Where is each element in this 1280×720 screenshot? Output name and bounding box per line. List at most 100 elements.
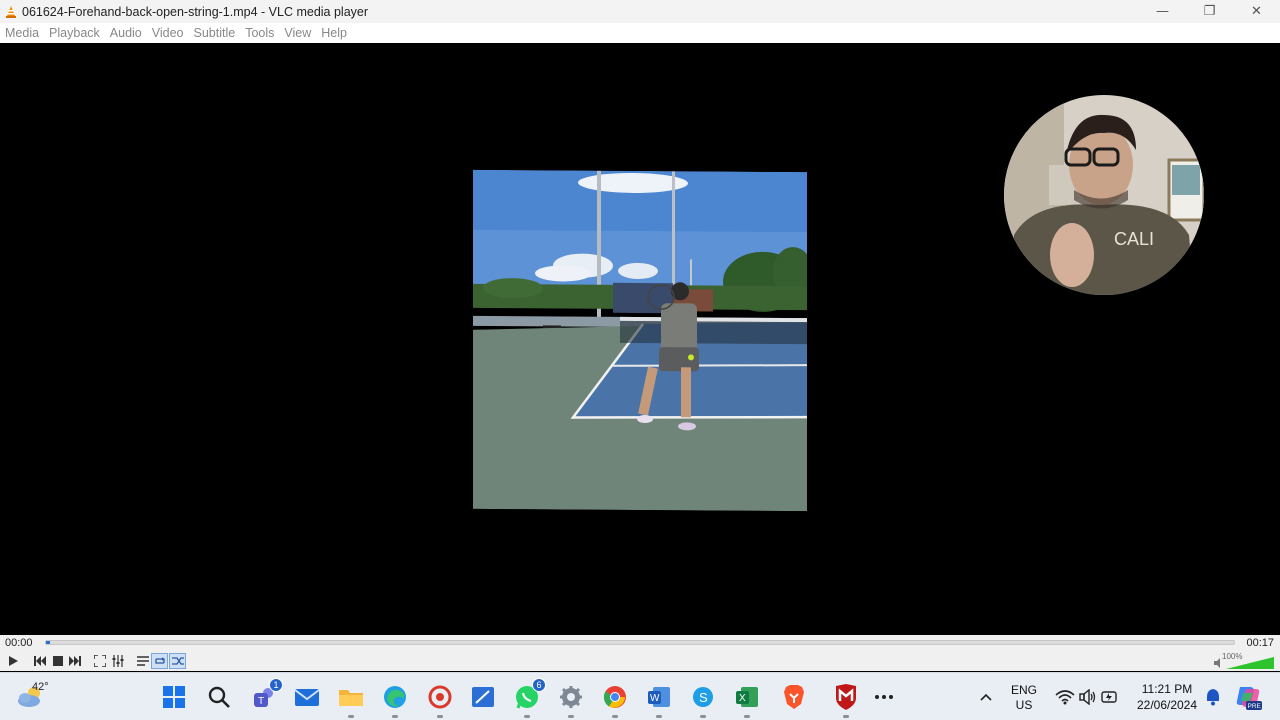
running-indicator [568, 715, 574, 718]
webcam-person-image: CALI [1004, 95, 1204, 295]
stop-icon [52, 656, 63, 666]
loop-button[interactable] [151, 653, 168, 669]
extended-settings-button[interactable] [109, 653, 126, 669]
windows-logo-icon [163, 686, 185, 708]
restore-icon: ❐ [1203, 4, 1216, 19]
webcam-overlay[interactable]: CALI [1004, 95, 1204, 295]
show-hidden-icons-button[interactable] [972, 683, 1000, 711]
minimize-button[interactable]: — [1139, 0, 1186, 23]
stop-button[interactable] [49, 653, 66, 669]
playlist-icon [136, 656, 149, 666]
running-indicator [437, 715, 443, 718]
skype-app[interactable]: S [689, 683, 717, 718]
copilot-pre-label: PRE [1248, 703, 1262, 710]
next-icon [68, 656, 81, 666]
menu-media[interactable]: Media [0, 26, 44, 40]
mcafee-shield-icon [836, 684, 856, 710]
more-apps-button[interactable] [870, 683, 898, 711]
svg-text:W: W [650, 693, 660, 704]
screen-recorder-app[interactable] [426, 683, 454, 718]
word-icon: W [648, 687, 670, 707]
playlist-button[interactable] [134, 653, 151, 669]
whatsapp-badge: 6 [532, 678, 546, 692]
whatsapp-app[interactable]: 6 [513, 678, 546, 718]
running-indicator [392, 715, 398, 718]
menu-video[interactable]: Video [147, 26, 189, 40]
shuffle-icon [171, 657, 184, 665]
menu-playback[interactable]: Playback [44, 26, 105, 40]
seek-row: 00:00 00:17 [0, 635, 1280, 651]
svg-text:X: X [739, 693, 746, 704]
brave-app[interactable] [780, 683, 808, 711]
running-indicator [524, 715, 530, 718]
svg-text:S: S [699, 690, 708, 705]
edge-app[interactable] [381, 683, 409, 718]
gear-icon [560, 686, 582, 708]
chevron-up-icon [980, 693, 992, 701]
maximize-button[interactable]: ❐ [1186, 0, 1233, 23]
video-area[interactable]: CALI [0, 43, 1280, 635]
recorder-icon [428, 685, 452, 709]
previous-icon [33, 656, 46, 666]
edge-icon [384, 686, 406, 708]
speaker-icon [1214, 658, 1220, 668]
running-indicator [700, 715, 706, 718]
running-indicator [348, 715, 354, 718]
snipping-tool-app[interactable] [469, 683, 497, 711]
word-app[interactable]: W [645, 683, 673, 718]
seek-bar[interactable] [45, 640, 1235, 645]
copilot-icon: PRE [1236, 687, 1262, 710]
running-indicator [843, 715, 849, 718]
next-button[interactable] [66, 653, 83, 669]
bell-icon [1207, 689, 1219, 706]
previous-button[interactable] [31, 653, 48, 669]
running-indicator [656, 715, 662, 718]
clock[interactable]: 11:21 PM 22/06/2024 [1128, 681, 1206, 713]
running-indicator [744, 715, 750, 718]
copilot-button[interactable]: PRE [1234, 683, 1262, 711]
menu-audio[interactable]: Audio [105, 26, 147, 40]
mail-icon [294, 689, 320, 706]
language-line-1: ENG [1010, 683, 1037, 697]
skype-icon: S [693, 687, 713, 707]
start-button[interactable] [160, 683, 188, 711]
mail-app[interactable] [293, 683, 321, 711]
search-icon [208, 686, 230, 708]
wifi-icon [1055, 690, 1075, 705]
equalizer-icon [112, 655, 123, 667]
shuffle-button[interactable] [169, 653, 186, 669]
close-button[interactable]: ✕ [1233, 0, 1280, 23]
input-language-button[interactable]: ENG US [1008, 683, 1040, 713]
running-indicator [612, 715, 618, 718]
menu-tools[interactable]: Tools [240, 26, 279, 40]
speaker-icon [1079, 689, 1096, 705]
volume-slider[interactable] [1212, 654, 1276, 670]
menu-view[interactable]: View [279, 26, 316, 40]
taskbar: 42° T 1 6 W S X ENG US 11:21 PM 22/06/20… [0, 672, 1280, 720]
play-button[interactable] [4, 653, 21, 669]
play-icon [8, 656, 18, 666]
vlc-cone-icon [6, 5, 16, 18]
settings-app[interactable] [557, 683, 585, 718]
network-volume-battery-group[interactable] [1050, 683, 1124, 711]
window-title: 061624-Forehand-back-open-string-1.mp4 -… [22, 4, 369, 19]
brave-lion-icon [784, 685, 804, 709]
menu-subtitle[interactable]: Subtitle [189, 26, 241, 40]
title-bar: 061624-Forehand-back-open-string-1.mp4 -… [0, 0, 1280, 23]
fullscreen-button[interactable] [91, 653, 108, 669]
svg-text:T: T [258, 696, 264, 707]
video-frame [473, 169, 807, 512]
notifications-button[interactable] [1199, 683, 1227, 711]
close-icon: ✕ [1251, 4, 1262, 19]
mcafee-app[interactable] [832, 683, 860, 718]
excel-app[interactable]: X [733, 683, 761, 718]
menu-help[interactable]: Help [316, 26, 352, 40]
teams-app[interactable]: T 1 [250, 678, 283, 711]
loop-icon [154, 657, 165, 664]
total-time[interactable]: 00:17 [1246, 637, 1274, 649]
chrome-app[interactable] [601, 683, 629, 718]
folder-icon [339, 690, 363, 706]
file-explorer-app[interactable] [337, 683, 365, 718]
chrome-icon [603, 686, 626, 708]
search-button[interactable] [205, 683, 233, 711]
